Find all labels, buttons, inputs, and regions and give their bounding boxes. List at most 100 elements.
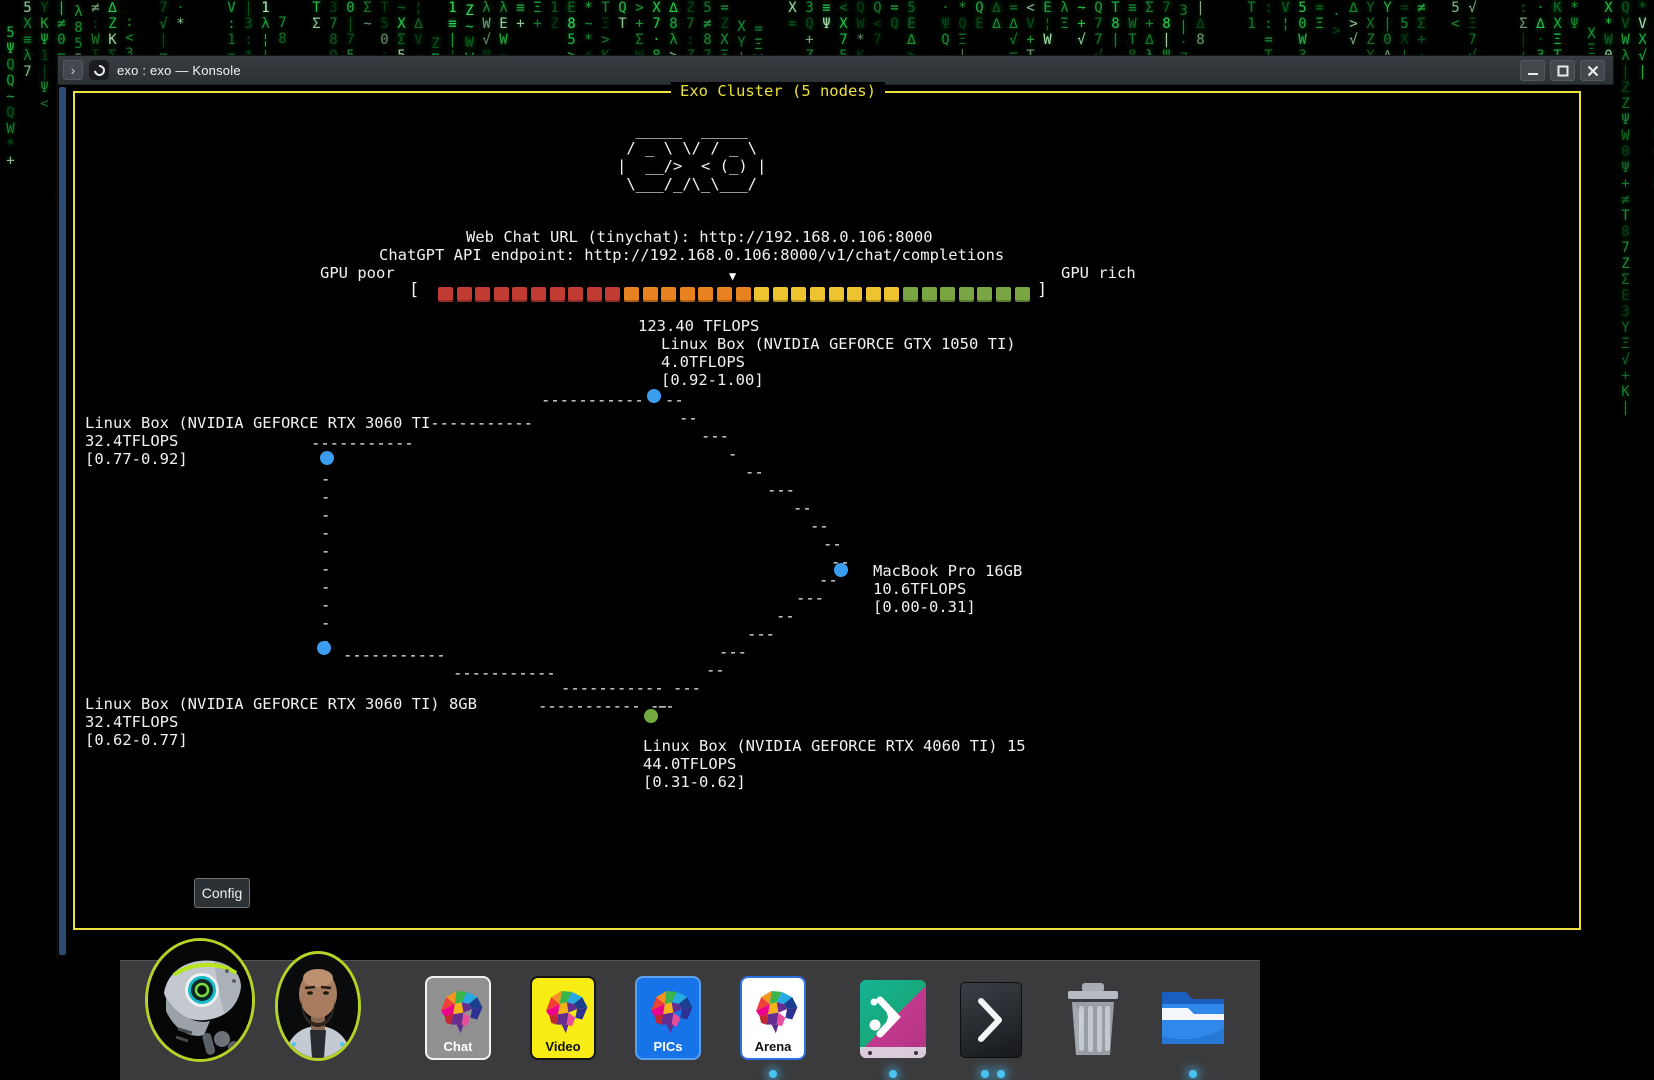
trash-icon[interactable] <box>1058 980 1128 1063</box>
topology-dash-segment: --- <box>767 481 795 499</box>
matrix-column: QT <box>614 0 631 32</box>
matrix-column: *VX√| <box>1634 0 1651 80</box>
window-title: exo : exo — Konsole <box>117 63 241 78</box>
gauge-square <box>996 287 1011 302</box>
konsole-app-icon <box>89 60 109 80</box>
topology-dash-segment: ----------- <box>453 664 556 682</box>
topology-dash-segment: --- <box>673 679 701 697</box>
gauge-square <box>512 287 527 302</box>
matrix-column: ∆>√ <box>1345 0 1362 48</box>
matrix-column: ≡+ <box>512 0 529 32</box>
maximize-button[interactable] <box>1550 60 1575 81</box>
node-dot-blue <box>317 641 331 655</box>
matrix-column: QVWλ|ZZΨW0Ψ+≠T87ZΣE3YΞ√+K| <box>1617 0 1634 416</box>
gauge-close-bracket: ] <box>1037 281 1047 299</box>
gauge-square <box>829 287 844 302</box>
running-indicator-dot <box>981 1070 989 1078</box>
gauge-square <box>717 287 732 302</box>
matrix-column: 5< <box>1447 0 1464 32</box>
dock-app-arena[interactable]: Arena <box>740 976 806 1060</box>
gauge-square <box>847 287 862 302</box>
file-manager-folder-icon[interactable] <box>1158 984 1228 1057</box>
konsole-window: › exo : exo — Konsole Exo Cluster (5 nod… <box>57 55 1614 958</box>
minimize-button[interactable] <box>1520 60 1545 81</box>
matrix-column: ≡Ψ <box>818 0 835 32</box>
matrix-column: E¦W <box>1039 0 1056 48</box>
matrix-column: ·> <box>1328 7 1345 39</box>
matrix-column: Σ~ <box>359 0 376 32</box>
node-label: Linux Box (NVIDIA GEFORCE RTX 3060 TI) 8… <box>85 695 477 749</box>
dock-app-video[interactable]: Video <box>530 976 596 1060</box>
minimize-icon <box>1527 65 1539 77</box>
gauge-square <box>438 287 453 302</box>
gauge-square <box>903 287 918 302</box>
topology-dash-segment: ----------- <box>541 391 644 409</box>
node-dot-blue <box>834 563 848 577</box>
topology-dash-segment: -- <box>665 391 684 409</box>
dock-app-label: Video <box>545 1039 580 1054</box>
topology-dash-segment: -- <box>656 697 675 715</box>
dock-app-pics[interactable]: PICs <box>635 976 701 1060</box>
terminal-chevron-icon <box>961 983 1021 1057</box>
gauge-square <box>922 287 937 302</box>
topology-dash-segment: - <box>321 578 330 596</box>
api-endpoint: ChatGPT API endpoint: http://192.168.0.1… <box>379 246 1004 264</box>
node-label: MacBook Pro 16GB 10.6TFLOPS [0.00-0.31] <box>873 562 1022 616</box>
topology-dash-segment: - <box>321 596 330 614</box>
gauge-square <box>698 287 713 302</box>
gauge-square <box>773 287 788 302</box>
close-icon <box>1587 65 1599 77</box>
topology-dash-segment: ----------- <box>561 679 664 697</box>
terminal-area[interactable]: Exo Cluster (5 nodes) _____ _____ / _ \ … <box>58 85 1615 959</box>
gauge-square <box>959 287 974 302</box>
topology-dash-segment: - <box>321 470 330 488</box>
topology-dash-segment: -- <box>810 517 829 535</box>
node-dot-blue <box>647 389 661 403</box>
matrix-column: Q<7 <box>869 0 886 48</box>
node-label: Linux Box (NVIDIA GEFORCE RTX 3060 TI---… <box>85 414 533 468</box>
dock-app-label: Chat <box>444 1039 473 1054</box>
gauge-square <box>475 287 490 302</box>
topology-dash-segment: -- <box>823 535 842 553</box>
topology-dash-segment: - <box>728 445 737 463</box>
tab-chevron-button[interactable]: › <box>63 60 83 80</box>
topology-dash-segment: - <box>321 524 330 542</box>
gauge-square <box>531 287 546 302</box>
topology-dash-segment: - <box>321 488 330 506</box>
media-player-app-icon[interactable] <box>860 980 926 1058</box>
matrix-column: QE <box>971 0 988 32</box>
gpu-rich-label: GPU rich <box>1061 264 1136 282</box>
gauge-open-bracket: [ <box>409 281 419 299</box>
matrix-column: =Q <box>886 0 903 32</box>
topology-dash-segment: -- <box>745 463 764 481</box>
brain-logo-icon <box>642 985 698 1035</box>
exo-cluster-panel: Exo Cluster (5 nodes) <box>73 91 1581 930</box>
topology-dash-segment: --- <box>719 643 747 661</box>
terminal-scrollbar[interactable] <box>59 87 66 955</box>
gauge-square <box>884 287 899 302</box>
topology-dash-segment: - <box>321 542 330 560</box>
matrix-column: ∆∆ <box>988 0 1005 32</box>
gauge-square <box>624 287 639 302</box>
robot-avatar[interactable] <box>145 938 255 1062</box>
gauge-square <box>866 287 881 302</box>
man-portrait-image <box>278 954 358 1058</box>
titlebar[interactable]: › exo : exo — Konsole <box>58 56 1613 85</box>
dock-app-chat[interactable]: Chat <box>425 976 491 1060</box>
matrix-column: 5X≡λ7 <box>19 0 36 80</box>
matrix-column: ·* <box>172 0 189 32</box>
gauge-square <box>494 287 509 302</box>
topology-dash-segment: --- <box>701 427 729 445</box>
konsole-dock-icon[interactable] <box>960 982 1022 1058</box>
dock-app-label: Arena <box>755 1039 792 1054</box>
matrix-column: T8| <box>1107 0 1124 48</box>
matrix-column: TΣ <box>308 0 325 32</box>
matrix-column: Ξ+ <box>529 0 546 32</box>
gauge-square <box>457 287 472 302</box>
close-button[interactable] <box>1580 60 1605 81</box>
config-button[interactable]: Config <box>194 878 250 908</box>
man-avatar[interactable] <box>275 951 361 1061</box>
gauge-square <box>754 287 769 302</box>
topology-dash-segment: - <box>321 506 330 524</box>
topology-dash-segment: --- <box>796 589 824 607</box>
